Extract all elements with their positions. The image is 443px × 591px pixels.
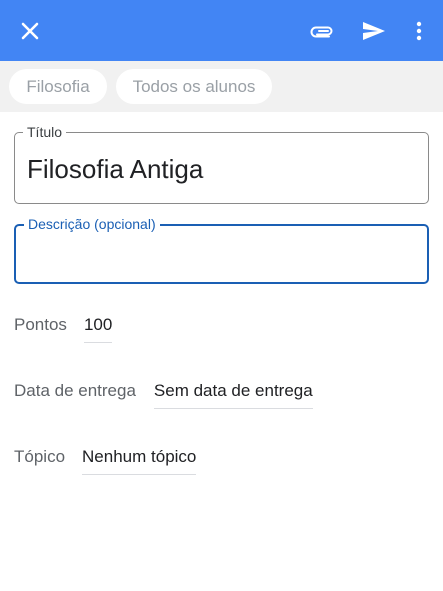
topic-row: Tópico Nenhum tópico [14,446,197,476]
send-button[interactable] [354,0,394,61]
attach-button[interactable] [302,0,342,61]
class-chip[interactable]: Filosofia [9,69,107,104]
more-vert-icon [416,21,422,40]
due-date-value[interactable]: Sem data de entrega [153,380,313,409]
description-field-label: Descrição (opcional) [24,215,160,233]
paperclip-icon [310,26,333,37]
send-icon [363,21,385,40]
due-date-label: Data de entrega [14,381,136,400]
app-bar [0,0,443,61]
description-field[interactable]: Descrição (opcional) [14,215,429,284]
points-row: Pontos 100 [14,314,113,344]
students-chip[interactable]: Todos os alunos [116,69,272,104]
topic-value[interactable]: Nenhum tópico [82,446,197,475]
title-field-label: Título [23,123,67,141]
title-field-value[interactable]: Filosofia Antiga [27,154,203,185]
points-label: Pontos [14,315,67,334]
close-button[interactable] [10,0,50,61]
more-options-button[interactable] [400,0,438,61]
audience-bar: Filosofia Todos os alunos [0,61,443,112]
due-date-row: Data de entrega Sem data de entrega [14,380,313,410]
close-icon [21,22,39,39]
title-field[interactable]: Título Filosofia Antiga [14,123,429,204]
points-value[interactable]: 100 [83,314,113,343]
topic-label: Tópico [14,447,66,466]
